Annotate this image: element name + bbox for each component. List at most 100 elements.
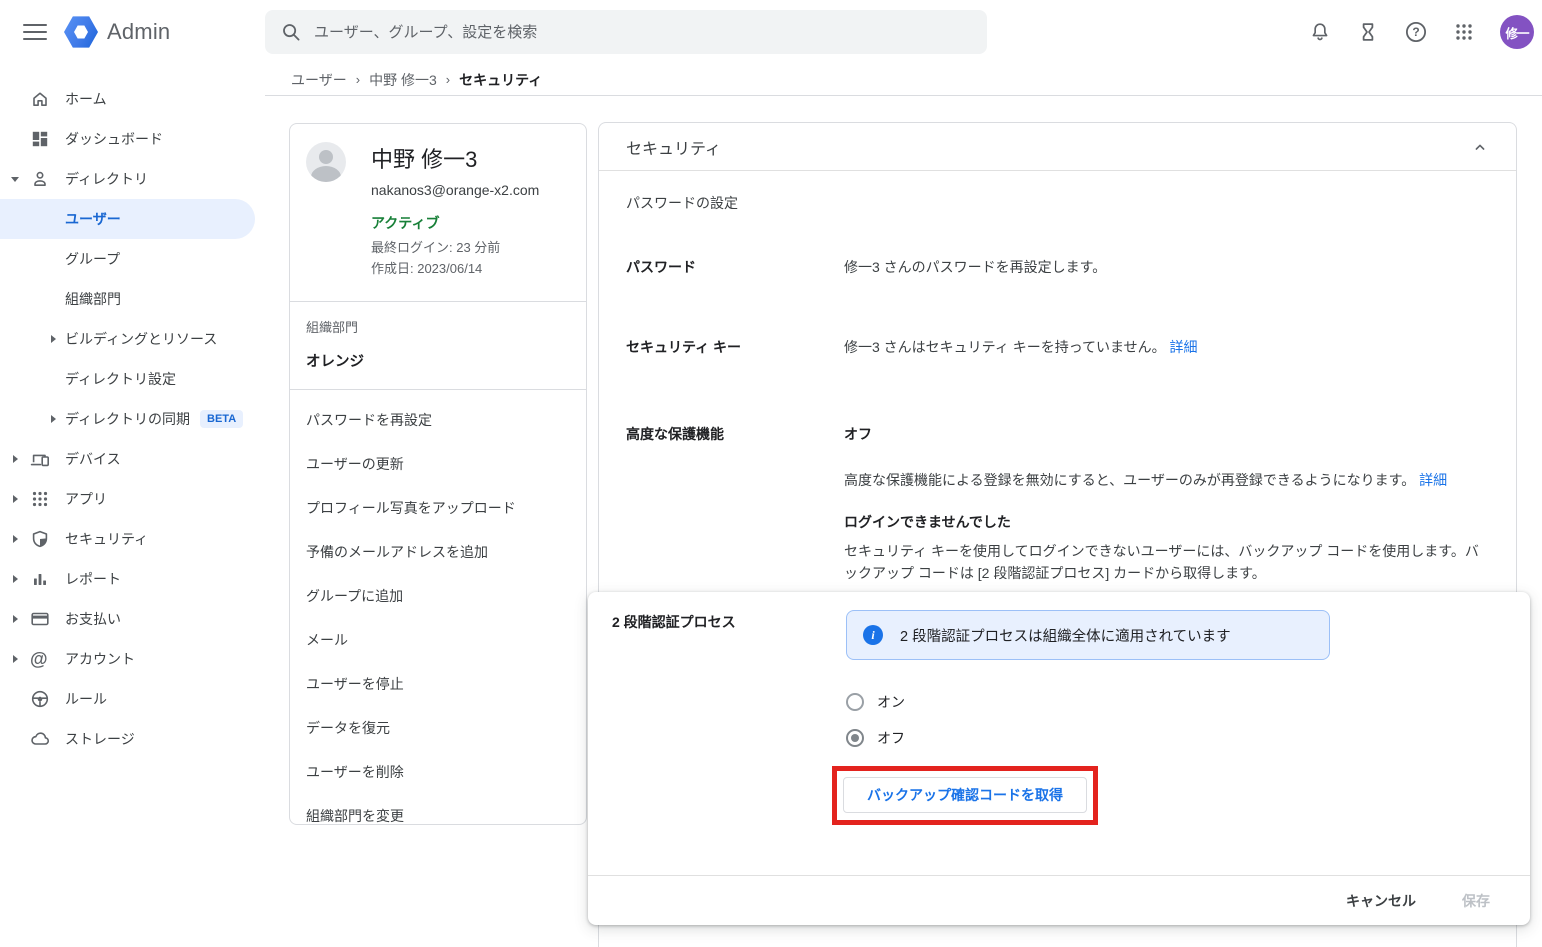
sidebar-item-groups[interactable]: グループ	[0, 239, 265, 279]
action-add-to-groups[interactable]: グループに追加	[290, 574, 586, 618]
action-email[interactable]: メール	[290, 618, 586, 662]
devices-icon	[30, 449, 50, 469]
action-reset-password[interactable]: パスワードを再設定	[290, 398, 586, 442]
last-login: 最終ログイン: 23 分前	[371, 237, 570, 258]
advanced-protection-desc: 高度な保護機能による登録を無効にすると、ユーザーのみが再登録できるようになります…	[844, 472, 1415, 488]
sidebar-item-org-units[interactable]: 組織部門	[0, 279, 265, 319]
radio-option-on[interactable]: オン	[846, 692, 905, 712]
collapse-chevron-up-icon[interactable]	[1466, 133, 1494, 161]
expand-right-icon[interactable]	[47, 335, 59, 343]
org-wide-info-banner: i 2 段階認証プロセスは組織全体に適用されています	[846, 610, 1330, 660]
expand-right-icon[interactable]	[47, 415, 59, 423]
password-desc: 修一3 さんのパスワードを再設定します。	[844, 257, 1488, 279]
card-footer: キャンセル 保存	[588, 875, 1530, 925]
sidebar-item-account[interactable]: @ アカウント	[0, 639, 265, 679]
at-icon: @	[30, 649, 50, 669]
apps-grid-icon[interactable]	[1452, 20, 1476, 44]
breadcrumb-separator: ›	[347, 72, 369, 87]
advanced-protection-details-link[interactable]: 詳細	[1419, 472, 1447, 488]
search-icon	[281, 22, 301, 42]
password-settings-subtitle: パスワードの設定	[626, 193, 1488, 213]
credit-card-icon	[30, 609, 50, 629]
password-label: パスワード	[626, 257, 844, 277]
org-unit-value: オレンジ	[306, 350, 570, 371]
advanced-protection-label: 高度な保護機能	[626, 424, 844, 444]
sidebar-item-directory-settings[interactable]: ディレクトリ設定	[0, 359, 265, 399]
cloud-icon	[30, 729, 50, 749]
advanced-protection-value: オフ	[844, 424, 1488, 444]
cancel-button[interactable]: キャンセル	[1346, 891, 1416, 911]
expand-right-icon[interactable]	[9, 455, 21, 463]
beta-badge: BETA	[200, 410, 243, 428]
user-profile-card: 中野 修一3 nakanos3@orange-x2.com アクティブ 最終ログ…	[289, 123, 587, 825]
search-bar[interactable]	[265, 10, 987, 54]
created-date: 作成日: 2023/06/14	[371, 258, 570, 279]
get-backup-codes-button[interactable]: バックアップ確認コードを取得	[843, 777, 1087, 813]
dashboard-icon	[30, 129, 50, 149]
sidebar-item-reports[interactable]: レポート	[0, 559, 265, 599]
menu-icon[interactable]	[23, 20, 47, 44]
action-update-user[interactable]: ユーザーの更新	[290, 442, 586, 486]
home-icon	[30, 89, 50, 109]
breadcrumb-user-link[interactable]: 中野 修一3	[369, 70, 437, 90]
sidebar-item-billing[interactable]: お支払い	[0, 599, 265, 639]
sidebar-item-storage[interactable]: ストレージ	[0, 719, 265, 759]
action-change-org-unit[interactable]: 組織部門を変更	[290, 794, 586, 825]
breadcrumb: ユーザー › 中野 修一3 › セキュリティ	[265, 64, 1542, 96]
user-actions-list: パスワードを再設定 ユーザーの更新 プロフィール写真をアップロード 予備のメール…	[290, 389, 586, 825]
org-unit-label: 組織部門	[306, 317, 570, 336]
sidebar-item-devices[interactable]: デバイス	[0, 439, 265, 479]
breadcrumb-users-link[interactable]: ユーザー	[291, 70, 347, 90]
advanced-protection-row: 高度な保護機能 オフ 高度な保護機能による登録を無効にすると、ユーザーのみが再登…	[626, 424, 1488, 584]
radio-option-off[interactable]: オフ	[846, 728, 905, 748]
sidebar-item-dashboard[interactable]: ダッシュボード	[0, 119, 265, 159]
top-app-bar: Admin ?	[0, 0, 1542, 64]
backup-codes-paragraph: セキュリティ キーを使用してログインできないユーザーには、バックアップ コードを…	[844, 541, 1488, 584]
action-upload-photo[interactable]: プロフィール写真をアップロード	[290, 486, 586, 530]
sidebar-item-rules[interactable]: ルール	[0, 679, 265, 719]
admin-hexagon-icon	[64, 15, 98, 49]
sidebar-item-users[interactable]: ユーザー	[0, 199, 255, 239]
expand-right-icon[interactable]	[9, 575, 21, 583]
radio-selected-icon[interactable]	[846, 729, 864, 747]
bar-chart-icon	[30, 569, 50, 589]
sidebar-item-apps[interactable]: アプリ	[0, 479, 265, 519]
user-avatar[interactable]: 修一	[1500, 15, 1534, 49]
expand-right-icon[interactable]	[9, 495, 21, 503]
save-button[interactable]: 保存	[1462, 891, 1490, 911]
action-delete-user[interactable]: ユーザーを削除	[290, 750, 586, 794]
hourglass-tasks-icon[interactable]	[1356, 20, 1380, 44]
sidebar-item-home[interactable]: ホーム	[0, 79, 265, 119]
apps-icon	[30, 489, 50, 509]
user-name: 中野 修一3	[371, 142, 539, 174]
info-banner-text: 2 段階認証プロセスは組織全体に適用されています	[900, 625, 1231, 646]
status-badge: アクティブ	[371, 213, 570, 233]
security-key-row: セキュリティ キー 修一3 さんはセキュリティ キーを持っていません。 詳細	[626, 337, 1488, 359]
expand-down-icon[interactable]	[9, 177, 21, 182]
sidebar-item-directory-sync[interactable]: ディレクトリの同期 BETA	[0, 399, 265, 439]
panel-title: セキュリティ	[626, 135, 721, 159]
radio-unselected-icon[interactable]	[846, 693, 864, 711]
password-row: パスワード 修一3 さんのパスワードを再設定します。	[626, 257, 1488, 279]
expand-right-icon[interactable]	[9, 535, 21, 543]
action-add-recovery-email[interactable]: 予備のメールアドレスを追加	[290, 530, 586, 574]
sidebar-item-directory[interactable]: ディレクトリ	[0, 159, 265, 199]
action-suspend-user[interactable]: ユーザーを停止	[290, 662, 586, 706]
info-icon: i	[863, 625, 883, 645]
help-icon[interactable]: ?	[1404, 20, 1428, 44]
sidebar-item-security[interactable]: セキュリティ	[0, 519, 265, 559]
expand-right-icon[interactable]	[9, 615, 21, 623]
notifications-bell-icon[interactable]	[1308, 20, 1332, 44]
security-key-desc: 修一3 さんはセキュリティ キーを持っていません。	[844, 339, 1166, 355]
admin-logo[interactable]: Admin	[64, 15, 170, 49]
user-email: nakanos3@orange-x2.com	[371, 182, 539, 198]
breadcrumb-separator: ›	[437, 72, 459, 87]
security-key-label: セキュリティ キー	[626, 337, 844, 357]
sidebar-item-buildings-resources[interactable]: ビルディングとリソース	[0, 319, 265, 359]
app-title: Admin	[107, 19, 170, 45]
action-restore-data[interactable]: データを復元	[290, 706, 586, 750]
security-key-details-link[interactable]: 詳細	[1170, 339, 1198, 355]
shield-icon	[30, 529, 50, 549]
search-input[interactable]	[314, 24, 971, 41]
expand-right-icon[interactable]	[9, 655, 21, 663]
